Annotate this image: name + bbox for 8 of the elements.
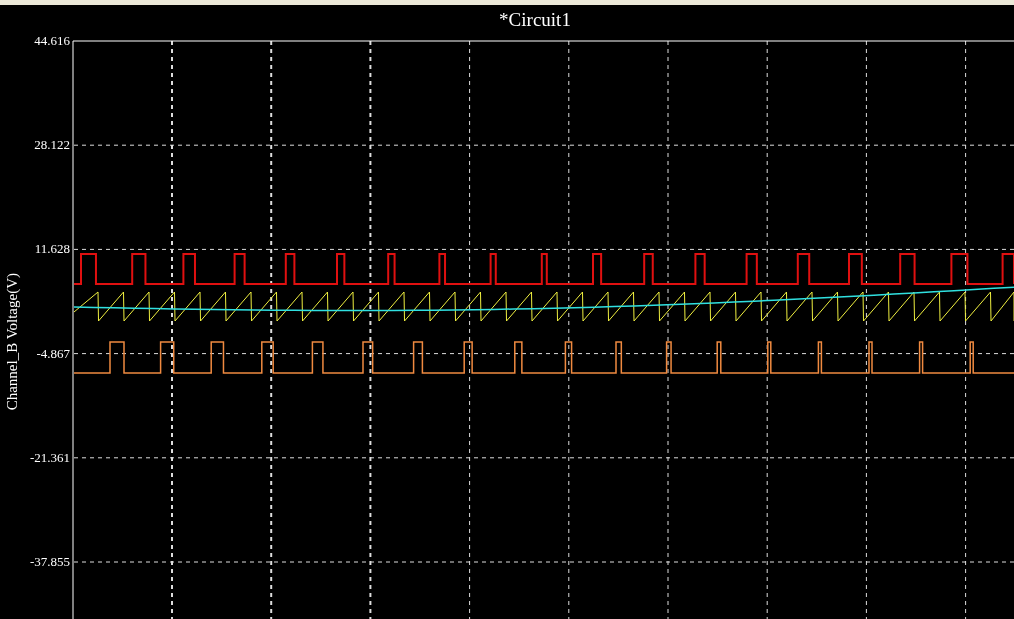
y-tick-label: -21.361: [29, 449, 70, 465]
y-tick-label: 28.122: [34, 137, 70, 153]
y-tick-label: 44.616: [34, 35, 70, 48]
y-axis-label: Channel_B Voltage(V): [3, 273, 21, 411]
y-tick-label: 11.628: [34, 241, 70, 257]
y-tick-label: -37.855: [29, 554, 70, 569]
y-tick-label: -4.867: [36, 345, 70, 361]
chart-title: *Circuit1: [499, 9, 571, 31]
